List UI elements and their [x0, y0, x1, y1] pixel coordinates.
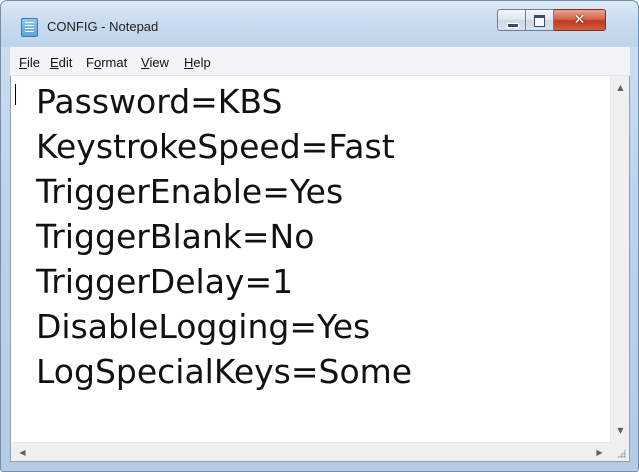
vertical-scrollbar[interactable]: ▲ ▼ — [610, 76, 629, 442]
maximize-button[interactable] — [526, 9, 554, 31]
minimize-icon — [507, 23, 519, 28]
window-title: CONFIG - Notepad — [47, 19, 159, 34]
minimize-button[interactable] — [497, 9, 526, 31]
menu-help[interactable]: Help — [184, 55, 211, 70]
scroll-right-icon[interactable]: ▶ — [591, 444, 608, 461]
config-line: TriggerEnable=Yes — [36, 172, 344, 211]
editor-text[interactable]: Password=KBS KeystrokeSpeed=Fast Trigger… — [36, 79, 606, 394]
menu-edit[interactable]: Edit — [50, 55, 72, 70]
notepad-window: CONFIG - Notepad ✕ File Edit Format View… — [0, 0, 639, 472]
close-button[interactable]: ✕ — [554, 9, 606, 31]
config-line: Password=KBS — [36, 82, 283, 121]
config-line: TriggerDelay=1 — [36, 262, 294, 301]
horizontal-scrollbar[interactable]: ◀ ▶ — [11, 442, 611, 461]
title-bar[interactable]: CONFIG - Notepad ✕ — [1, 1, 638, 47]
config-line: KeystrokeSpeed=Fast — [36, 127, 395, 166]
menu-file[interactable]: File — [19, 55, 40, 70]
menu-bar: File Edit Format View Help — [10, 47, 630, 76]
caption-buttons: ✕ — [497, 9, 626, 31]
maximize-icon — [534, 15, 545, 27]
config-line: TriggerBlank=No — [36, 217, 315, 256]
menu-view[interactable]: View — [141, 55, 169, 70]
text-editor[interactable]: Password=KBS KeystrokeSpeed=Fast Trigger… — [10, 76, 630, 462]
config-line: LogSpecialKeys=Some — [36, 352, 413, 391]
scroll-left-icon[interactable]: ◀ — [14, 444, 31, 461]
notepad-icon[interactable] — [21, 18, 38, 37]
config-line: DisableLogging=Yes — [36, 307, 371, 346]
text-caret — [15, 84, 16, 105]
scroll-up-icon[interactable]: ▲ — [612, 79, 629, 96]
resize-grip-icon[interactable] — [610, 442, 629, 461]
scroll-down-icon[interactable]: ▼ — [612, 422, 629, 439]
close-icon: ✕ — [573, 12, 586, 28]
menu-format[interactable]: Format — [86, 55, 127, 70]
